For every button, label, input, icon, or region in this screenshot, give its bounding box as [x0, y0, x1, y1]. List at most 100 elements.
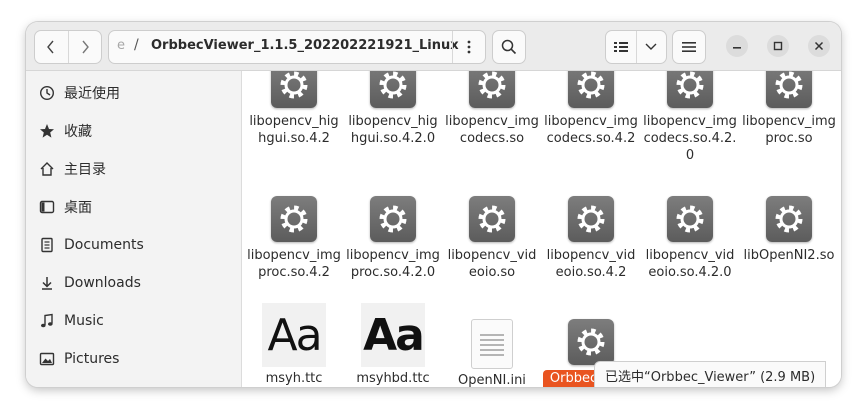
- file-item[interactable]: libopencv_videoio.so.4.2: [543, 196, 639, 281]
- sidebar-item-label: Pictures: [64, 351, 120, 367]
- sidebar-item-starred[interactable]: 收藏: [26, 113, 241, 149]
- gear-icon: [568, 196, 614, 242]
- file-manager-window: e / OrbbecViewer_1.1.5_202202221921_Linu…: [26, 22, 841, 387]
- gear-icon: [568, 319, 614, 365]
- file-name: libopencv_videoio.so.4.2.0: [645, 248, 735, 280]
- file-name: libopencv_imgcodecs.so.4.2: [544, 114, 638, 146]
- home-icon: [38, 160, 56, 178]
- sidebar-item-recent[interactable]: 最近使用: [26, 75, 241, 111]
- sidebar-item-music[interactable]: Music: [26, 303, 241, 339]
- gear-icon: [469, 196, 515, 242]
- back-button[interactable]: [35, 31, 68, 63]
- sidebar: 最近使用 收藏 主目录 桌面 Documents Downloads Music…: [26, 71, 242, 387]
- text-file-icon: [471, 319, 513, 369]
- minimize-icon: [733, 47, 741, 49]
- gear-icon: [271, 71, 317, 108]
- file-name: OpenNI.ini: [458, 373, 526, 387]
- path-bar[interactable]: e / OrbbecViewer_1.1.5_202202221921_Linu…: [108, 30, 486, 64]
- gear-icon: [667, 196, 713, 242]
- clock-icon: [38, 84, 56, 102]
- file-item[interactable]: libopencv_highgui.so.4.2: [246, 71, 342, 147]
- document-icon: [38, 236, 56, 254]
- file-item[interactable]: libopencv_videoio.so.4.2.0: [642, 196, 738, 281]
- file-item[interactable]: Aa msyhbd.ttc: [345, 303, 441, 387]
- gear-icon: [469, 71, 515, 108]
- file-item[interactable]: libopencv_imgproc.so.4.2: [246, 196, 342, 281]
- picture-icon: [38, 350, 56, 368]
- gear-icon: [766, 71, 812, 108]
- file-name: libopencv_imgproc.so.4.2: [247, 248, 341, 280]
- chevron-down-icon: [645, 43, 657, 50]
- music-icon: [38, 312, 56, 330]
- sidebar-item-label: 主目录: [64, 162, 106, 178]
- file-name: msyh.ttc: [265, 371, 323, 386]
- sidebar-item-downloads[interactable]: Downloads: [26, 265, 241, 301]
- search-button[interactable]: [492, 30, 526, 64]
- file-name: libopencv_imgcodecs.so.4.2.0: [643, 114, 737, 163]
- file-item[interactable]: libopencv_imgcodecs.so: [444, 71, 540, 147]
- file-item[interactable]: OpenNI.ini: [444, 319, 540, 387]
- minimize-button[interactable]: [726, 35, 748, 57]
- file-item[interactable]: libopencv_imgproc.so.4.2.0: [345, 196, 441, 281]
- path-menu-button[interactable]: [452, 31, 485, 63]
- file-name: libopencv_imgproc.so.4.2.0: [346, 248, 440, 280]
- desktop-icon: [38, 198, 56, 216]
- sidebar-item-label: Documents: [64, 237, 144, 253]
- sidebar-item-label: Music: [64, 313, 104, 329]
- forward-button[interactable]: [67, 31, 102, 63]
- gear-icon: [271, 196, 317, 242]
- gear-icon: [568, 71, 614, 108]
- maximize-icon: [773, 41, 783, 51]
- sidebar-item-label: 最近使用: [64, 86, 120, 102]
- vertical-dots-icon: [467, 40, 471, 54]
- download-icon: [38, 274, 56, 292]
- sidebar-item-label: 收藏: [64, 124, 92, 140]
- file-name: libOpenNI2.so: [743, 248, 835, 263]
- headerbar: e / OrbbecViewer_1.1.5_202202221921_Linu…: [26, 22, 841, 71]
- sidebar-item-label: 桌面: [64, 200, 92, 216]
- file-name: libopencv_imgcodecs.so: [445, 114, 539, 146]
- gear-icon: [667, 71, 713, 108]
- close-icon: [814, 41, 824, 51]
- chevron-right-icon: [82, 40, 89, 54]
- path-current-folder[interactable]: OrbbecViewer_1.1.5_202202221921_Linux: [151, 38, 459, 53]
- font-bold-icon: Aa: [361, 303, 425, 367]
- sidebar-item-label: Downloads: [64, 275, 141, 291]
- path-separator: /: [134, 37, 139, 53]
- sidebar-item-pictures[interactable]: Pictures: [26, 341, 241, 377]
- list-view-button[interactable]: [606, 31, 636, 63]
- view-options: [605, 30, 667, 64]
- gear-icon: [370, 71, 416, 108]
- file-item[interactable]: libopencv_imgcodecs.so.4.2.0: [642, 71, 738, 164]
- file-name: libopencv_videoio.so.4.2: [546, 248, 636, 280]
- hamburger-icon: [682, 42, 696, 52]
- gear-icon: [766, 196, 812, 242]
- status-bar: 已选中“Orbbec_Viewer” (2.9 MB): [594, 361, 827, 387]
- file-grid: libopencv_highgui.so.4.2 libopencv_highg…: [242, 71, 841, 387]
- gear-icon: [370, 196, 416, 242]
- file-item[interactable]: libopencv_imgcodecs.so.4.2: [543, 71, 639, 147]
- file-name: msyhbd.ttc: [356, 371, 430, 386]
- sidebar-item-desktop[interactable]: 桌面: [26, 189, 241, 225]
- chevron-left-icon: [47, 40, 54, 54]
- view-dropdown-button[interactable]: [635, 31, 667, 63]
- main-menu-button[interactable]: [672, 30, 706, 64]
- file-name: libopencv_imgproc.so: [742, 114, 836, 146]
- font-icon: Aa: [262, 303, 326, 367]
- close-button[interactable]: [808, 35, 830, 57]
- path-previous-segment[interactable]: e: [117, 38, 125, 53]
- file-item[interactable]: libopencv_videoio.so: [444, 196, 540, 281]
- file-item[interactable]: libOpenNI2.so: [741, 196, 837, 264]
- file-item[interactable]: libopencv_highgui.so.4.2.0: [345, 71, 441, 147]
- search-icon: [501, 39, 517, 55]
- sidebar-item-home[interactable]: 主目录: [26, 151, 241, 187]
- file-name: libopencv_videoio.so: [447, 248, 537, 280]
- maximize-button[interactable]: [767, 35, 789, 57]
- file-item[interactable]: Aa msyh.ttc: [246, 303, 342, 387]
- navigation-buttons: [34, 30, 102, 64]
- list-view-icon: [613, 42, 628, 52]
- sidebar-item-documents[interactable]: Documents: [26, 227, 241, 263]
- star-icon: [38, 122, 56, 140]
- file-name: libopencv_highgui.so.4.2: [249, 114, 339, 146]
- file-item[interactable]: libopencv_imgproc.so: [741, 71, 837, 147]
